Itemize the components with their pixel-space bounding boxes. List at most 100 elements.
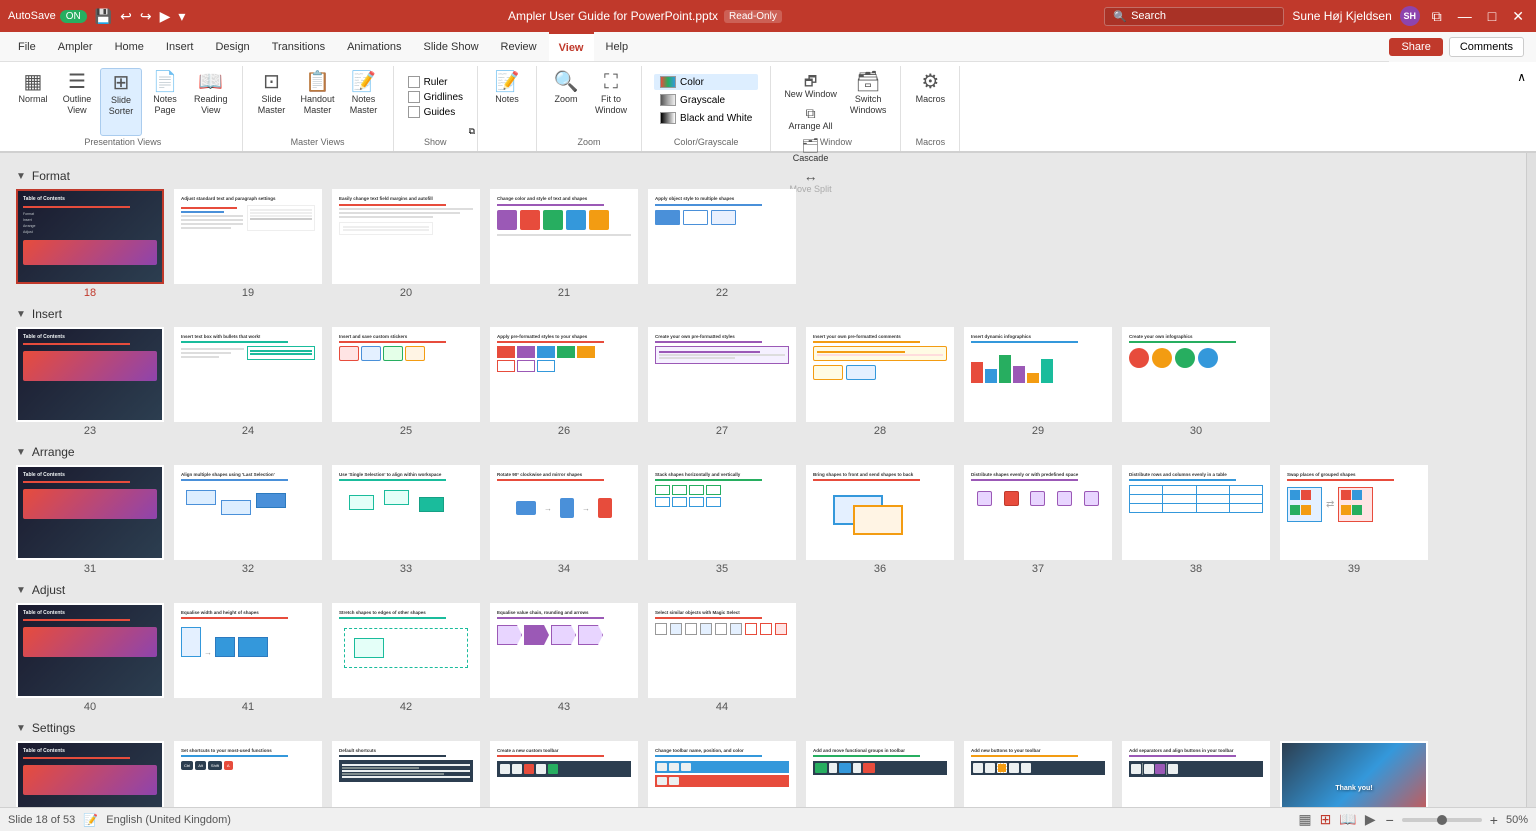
slide-item-36[interactable]: Bring shapes to front and send shapes to… (806, 465, 954, 575)
section-insert-toggle[interactable]: ▼ (16, 309, 26, 320)
ruler-checkbox[interactable]: Ruler (408, 76, 463, 88)
slide-item-22[interactable]: Apply object style to multiple shapes 22 (648, 189, 796, 299)
tab-view[interactable]: View (549, 32, 594, 61)
slide-item-35[interactable]: Stack shapes horizontally and vertically (648, 465, 796, 575)
notes-master-button[interactable]: 📝 NotesMaster (343, 68, 385, 136)
tab-insert[interactable]: Insert (156, 32, 204, 61)
slide-item-18[interactable]: Table of Contents Format Insert Arrange … (16, 189, 164, 299)
slide-item-34[interactable]: Rotate 90° clockwise and mirror shapes →… (490, 465, 638, 575)
slide-item-26[interactable]: Apply pre-formatted styles to your shape… (490, 327, 638, 437)
close-button[interactable]: ✕ (1508, 8, 1528, 25)
collapse-ribbon-button[interactable]: ∧ (1511, 66, 1532, 88)
tab-transitions[interactable]: Transitions (262, 32, 335, 61)
slide-item-40[interactable]: Table of Contents 40 (16, 603, 164, 713)
restore-button[interactable]: ⧉ (1428, 8, 1446, 25)
gridlines-checkbox[interactable]: Gridlines (408, 91, 463, 103)
slide-item-48[interactable]: Create a new custom toolbar 48 (490, 741, 638, 807)
slide-item-29[interactable]: Insert dynamic infographics 29 (964, 327, 1112, 437)
zoom-plus-button[interactable]: + (1490, 812, 1498, 828)
scroll-bar[interactable] (1526, 153, 1536, 807)
share-button[interactable]: Share (1389, 38, 1442, 56)
tab-design[interactable]: Design (205, 32, 259, 61)
slide-item-49[interactable]: Change toolbar name, position, and color (648, 741, 796, 807)
section-arrange-toggle[interactable]: ▼ (16, 447, 26, 458)
slide-item-53[interactable]: Thank you! 53 (1280, 741, 1428, 807)
slide-item-50[interactable]: Add and move functional groups in toolba… (806, 741, 954, 807)
section-format-toggle[interactable]: ▼ (16, 171, 26, 182)
tab-home[interactable]: Home (105, 32, 154, 61)
slide-item-21[interactable]: Change color and style of text and shape… (490, 189, 638, 299)
reading-view-status-icon[interactable]: 📖 (1337, 811, 1358, 828)
save-icon[interactable]: 💾 (95, 8, 112, 25)
slide-master-button[interactable]: ⊡ SlideMaster (251, 68, 293, 136)
grayscale-button[interactable]: Grayscale (654, 92, 758, 108)
slide-item-33[interactable]: Use 'Single Selection' to align within w… (332, 465, 480, 575)
color-button[interactable]: Color (654, 74, 758, 90)
slide-item-28[interactable]: Insert your own pre-formatted comments 2… (806, 327, 954, 437)
slide-item-42[interactable]: Stretch shapes to edges of other shapes … (332, 603, 480, 713)
customize-icon[interactable]: ▾ (178, 8, 185, 25)
slide-sorter-button[interactable]: ⊞ SlideSorter (100, 68, 142, 136)
fit-to-window-button[interactable]: ⛶ Fit toWindow (589, 68, 633, 136)
tab-animations[interactable]: Animations (337, 32, 411, 61)
slide-item-41[interactable]: Equalise width and height of shapes → 41 (174, 603, 322, 713)
slide-item-52[interactable]: Add separators and align buttons in your… (1122, 741, 1270, 807)
black-white-button[interactable]: Black and White (654, 110, 758, 126)
slide-item-43[interactable]: Equalise value chain, rounding and arrow… (490, 603, 638, 713)
slide-item-32[interactable]: Align multiple shapes using 'Last Select… (174, 465, 322, 575)
tab-help[interactable]: Help (596, 32, 639, 61)
slide-thumb-34: Rotate 90° clockwise and mirror shapes →… (490, 465, 638, 560)
zoom-minus-button[interactable]: − (1386, 812, 1394, 828)
comments-button[interactable]: Comments (1449, 37, 1524, 57)
slide-item-38[interactable]: Distribute rows and columns evenly in a … (1122, 465, 1270, 575)
slide-item-23[interactable]: Table of Contents 23 (16, 327, 164, 437)
slide-item-37[interactable]: Distribute shapes evenly or with predefi… (964, 465, 1112, 575)
tab-slideshow[interactable]: Slide Show (414, 32, 489, 61)
guides-checkbox[interactable]: Guides (408, 106, 463, 118)
macros-button[interactable]: ⚙ Macros (909, 68, 951, 136)
notes-page-button[interactable]: 📄 NotesPage (144, 68, 186, 136)
notes-button[interactable]: 📝 Notes (486, 68, 528, 136)
section-adjust-toggle[interactable]: ▼ (16, 585, 26, 596)
slide-item-30[interactable]: Create your own infographics 30 (1122, 327, 1270, 437)
slide-item-44[interactable]: Select similar objects with Magic Select (648, 603, 796, 713)
zoom-slider[interactable] (1402, 818, 1482, 822)
title-bar-right: 🔍 Search Sune Høj Kjeldsen SH ⧉ — □ ✕ (1104, 6, 1528, 26)
slide-item-31[interactable]: Table of Contents 31 (16, 465, 164, 575)
redo-icon[interactable]: ↪ (140, 8, 152, 25)
normal-view-button[interactable]: ▦ Normal (12, 68, 54, 136)
switch-windows-button[interactable]: 🗃 SwitchWindows (844, 68, 893, 136)
tab-review[interactable]: Review (491, 32, 547, 61)
zoom-button[interactable]: 🔍 Zoom (545, 68, 587, 136)
slide-item-19[interactable]: Adjust standard text and paragraph setti… (174, 189, 322, 299)
slide-item-51[interactable]: Add new buttons to your toolbar 51 (964, 741, 1112, 807)
slide-item-20[interactable]: Easily change text field margins and aut… (332, 189, 480, 299)
slide-item-24[interactable]: Insert text box with bullets that work! (174, 327, 322, 437)
slide-item-27[interactable]: Create your own pre-formatted styles 27 (648, 327, 796, 437)
reading-view-button[interactable]: 📖 ReadingView (188, 68, 234, 136)
slide-item-25[interactable]: Insert and save custom stickers 25 (332, 327, 480, 437)
slide-item-47[interactable]: Default shortcuts 47 (332, 741, 480, 807)
slide-item-45[interactable]: Table of Contents 45 (16, 741, 164, 807)
search-box[interactable]: 🔍 Search (1104, 7, 1284, 26)
outline-view-button[interactable]: ☰ OutlineView (56, 68, 98, 136)
slide-item-39[interactable]: Swap places of grouped shapes ⇄ (1280, 465, 1428, 575)
user-avatar[interactable]: SH (1400, 6, 1420, 26)
undo-icon[interactable]: ↩ (120, 8, 132, 25)
autosave-toggle[interactable]: ON (60, 10, 87, 23)
arrange-all-button[interactable]: ⧉ Arrange All (779, 104, 842, 134)
normal-view-status-icon[interactable]: ▦ (1296, 811, 1313, 828)
slide-item-46[interactable]: Set shortcuts to your most-used function… (174, 741, 322, 807)
section-settings-toggle[interactable]: ▼ (16, 723, 26, 734)
show-expand-icon[interactable]: ⧉ (469, 126, 475, 137)
maximize-button[interactable]: □ (1484, 8, 1500, 24)
slideshow-status-icon[interactable]: ▶ (1363, 811, 1378, 828)
tab-file[interactable]: File (8, 32, 46, 61)
reading-view-label: ReadingView (194, 94, 228, 116)
new-window-button[interactable]: 🗗 New Window (779, 72, 842, 102)
present-icon[interactable]: ▶ (160, 8, 171, 25)
minimize-button[interactable]: — (1454, 8, 1476, 24)
handout-master-button[interactable]: 📋 HandoutMaster (295, 68, 341, 136)
tab-ampler[interactable]: Ampler (48, 32, 103, 61)
slide-sorter-status-icon[interactable]: ⊞ (1318, 811, 1334, 828)
